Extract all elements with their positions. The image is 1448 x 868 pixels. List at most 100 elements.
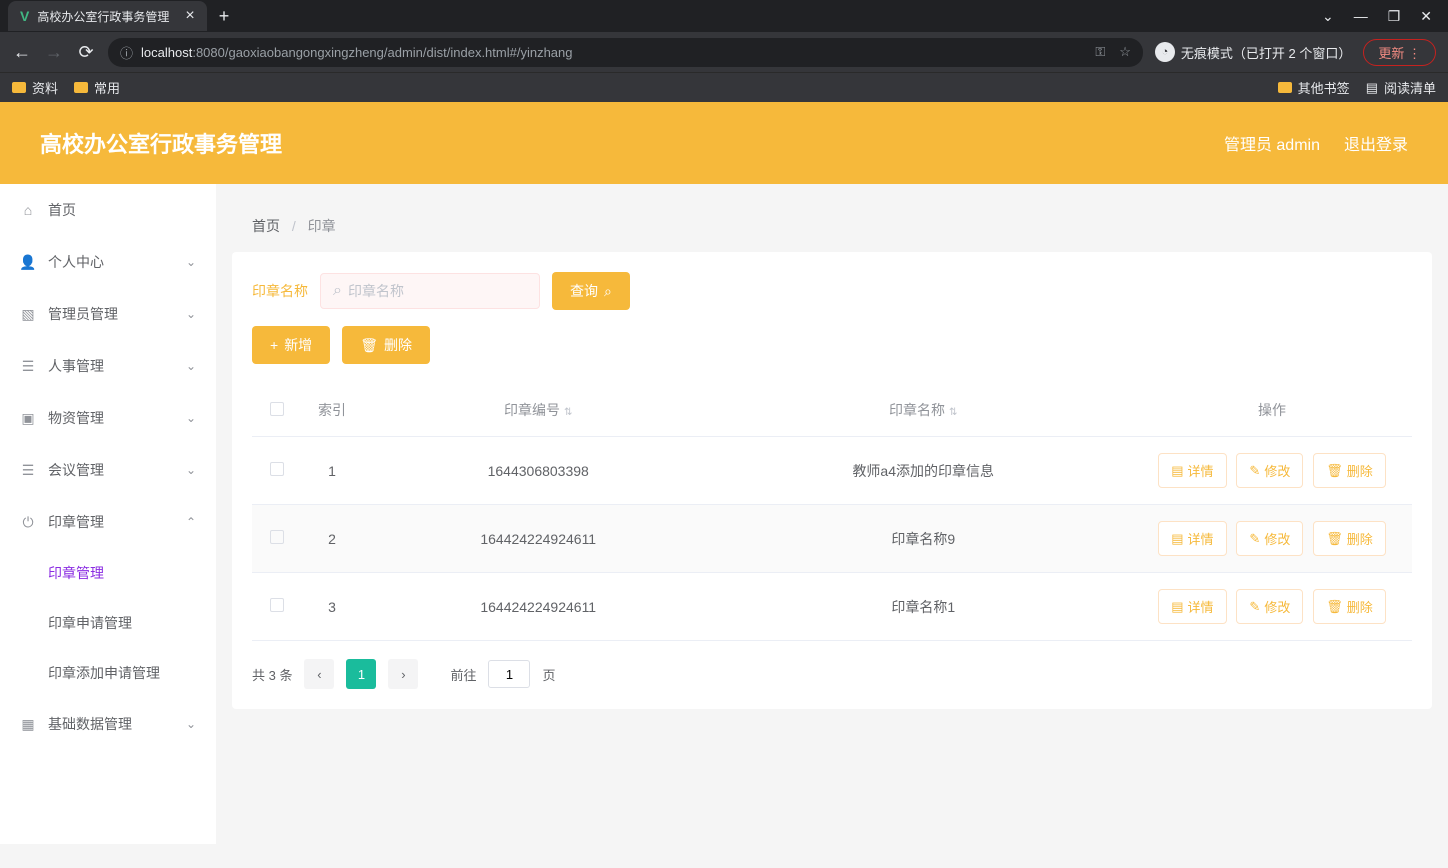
- home-icon: ⌂: [20, 202, 36, 218]
- grid-icon: ▦: [20, 716, 36, 732]
- sidebar-item-basedata[interactable]: ▦基础数据管理⌄: [0, 698, 216, 750]
- table-row: 2 164424224924611 印章名称9 ▤ 详情 ✎ 修改 🗑 删除: [252, 505, 1412, 573]
- col-code[interactable]: 印章编号⇅: [362, 384, 714, 437]
- add-button[interactable]: + 新增: [252, 326, 330, 364]
- breadcrumb-home[interactable]: 首页: [252, 218, 280, 234]
- bookmark-folder[interactable]: 资料: [12, 78, 58, 97]
- sort-icon: ⇅: [949, 407, 957, 418]
- sidebar-item-meeting[interactable]: ☰会议管理⌄: [0, 444, 216, 496]
- next-page-button[interactable]: ›: [388, 659, 418, 689]
- app-header: 高校办公室行政事务管理 管理员 admin 退出登录: [0, 102, 1448, 184]
- prev-page-button[interactable]: ‹: [304, 659, 334, 689]
- user-icon: 👤: [20, 254, 36, 270]
- col-name[interactable]: 印章名称⇅: [714, 384, 1132, 437]
- url-bar: ← → ⟳ ⓘ localhost:8080/gaoxiaobangongxin…: [0, 32, 1448, 72]
- logout-link[interactable]: 退出登录: [1344, 131, 1408, 155]
- plus-icon: +: [270, 337, 278, 353]
- sidebar-item-home[interactable]: ⌂首页: [0, 184, 216, 236]
- page-number-button[interactable]: 1: [346, 659, 376, 689]
- sidebar: ⌂首页 👤个人中心⌄ ▧管理员管理⌄ ☰人事管理⌄ ▣物资管理⌄ ☰会议管理⌄ …: [0, 184, 216, 844]
- key-icon[interactable]: ⚿: [1095, 44, 1105, 60]
- delete-button[interactable]: 🗑 删除: [342, 326, 430, 364]
- edit-button[interactable]: ✎ 修改: [1236, 589, 1303, 624]
- detail-button[interactable]: ▤ 详情: [1158, 589, 1226, 624]
- sidebar-item-admin[interactable]: ▧管理员管理⌄: [0, 288, 216, 340]
- cell-name: 印章名称1: [714, 573, 1132, 641]
- sidebar-item-personal[interactable]: 👤个人中心⌄: [0, 236, 216, 288]
- edit-button[interactable]: ✎ 修改: [1236, 453, 1303, 488]
- edit-icon: ✎: [1249, 463, 1260, 479]
- row-checkbox[interactable]: [270, 462, 284, 476]
- close-tab-icon[interactable]: ×: [185, 7, 194, 25]
- search-button[interactable]: 查询 ⌕: [552, 272, 630, 310]
- close-window-icon[interactable]: ✕: [1420, 8, 1432, 25]
- search-input[interactable]: [348, 283, 529, 299]
- row-delete-button[interactable]: 🗑 删除: [1313, 453, 1386, 488]
- search-icon: ⌕: [604, 283, 612, 300]
- minimize-icon[interactable]: —: [1354, 8, 1368, 25]
- doc-icon: ▤: [1171, 531, 1183, 547]
- star-icon[interactable]: ☆: [1119, 44, 1131, 60]
- chevron-down-icon: ⌄: [186, 411, 196, 425]
- info-icon: ⓘ: [120, 43, 133, 62]
- user-label[interactable]: 管理员 admin: [1224, 131, 1320, 155]
- cell-name: 印章名称9: [714, 505, 1132, 573]
- trash-icon: 🗑: [1326, 463, 1343, 479]
- edit-icon: ✎: [1249, 531, 1260, 547]
- list-icon: ☰: [20, 358, 36, 374]
- breadcrumb-current: 印章: [308, 218, 336, 234]
- chevron-down-icon[interactable]: ⌄: [1322, 8, 1334, 25]
- chevron-up-icon: ⌃: [186, 515, 196, 529]
- page-input[interactable]: [488, 660, 530, 688]
- incognito-badge[interactable]: ◔ 无痕模式（已打开 2 个窗口）: [1155, 42, 1351, 62]
- search-icon: ⌕: [333, 282, 342, 300]
- reading-list[interactable]: ▤阅读清单: [1366, 78, 1436, 97]
- breadcrumb: 首页 / 印章: [232, 200, 1432, 252]
- maximize-icon[interactable]: ❐: [1388, 8, 1401, 25]
- bookmark-folder[interactable]: 常用: [74, 78, 120, 97]
- incognito-text: 无痕模式（已打开 2 个窗口）: [1181, 43, 1351, 62]
- trash-icon: 🗑: [360, 337, 378, 354]
- back-button[interactable]: ←: [12, 42, 32, 63]
- folder-icon: [12, 82, 26, 93]
- detail-button[interactable]: ▤ 详情: [1158, 453, 1226, 488]
- address-bar[interactable]: ⓘ localhost:8080/gaoxiaobangongxingzheng…: [108, 38, 1143, 67]
- sidebar-subitem-seal-apply[interactable]: 印章申请管理: [0, 598, 216, 648]
- tab-title: 高校办公室行政事务管理: [37, 8, 169, 25]
- folder-icon: [1278, 82, 1292, 93]
- url-path: :8080/gaoxiaobangongxingzheng/admin/dist…: [192, 45, 572, 60]
- row-checkbox[interactable]: [270, 598, 284, 612]
- cell-index: 2: [302, 505, 362, 573]
- url-host: localhost: [141, 45, 192, 60]
- sidebar-item-materials[interactable]: ▣物资管理⌄: [0, 392, 216, 444]
- forward-button[interactable]: →: [44, 42, 64, 63]
- row-checkbox[interactable]: [270, 530, 284, 544]
- sidebar-item-hr[interactable]: ☰人事管理⌄: [0, 340, 216, 392]
- cell-code: 164424224924611: [362, 573, 714, 641]
- page-title: 高校办公室行政事务管理: [40, 127, 282, 159]
- reload-button[interactable]: ⟳: [76, 42, 96, 63]
- update-button[interactable]: 更新 ⋮: [1363, 39, 1436, 66]
- cell-index: 1: [302, 437, 362, 505]
- select-all-checkbox[interactable]: [270, 402, 284, 416]
- page-suffix: 页: [542, 665, 555, 684]
- row-delete-button[interactable]: 🗑 删除: [1313, 521, 1386, 556]
- vue-icon: V: [20, 8, 29, 24]
- sidebar-subitem-seal-add-apply[interactable]: 印章添加申请管理: [0, 648, 216, 698]
- chart-icon: ▧: [20, 306, 36, 322]
- row-delete-button[interactable]: 🗑 删除: [1313, 589, 1386, 624]
- browser-tab[interactable]: V 高校办公室行政事务管理 ×: [8, 1, 207, 31]
- detail-button[interactable]: ▤ 详情: [1158, 521, 1226, 556]
- data-table: 索引 印章编号⇅ 印章名称⇅ 操作 1 1644306803398 教师a4添加…: [252, 384, 1412, 641]
- col-index: 索引: [302, 384, 362, 437]
- chevron-down-icon: ⌄: [186, 307, 196, 321]
- other-bookmarks[interactable]: 其他书签: [1278, 78, 1350, 97]
- pagination: 共 3 条 ‹ 1 › 前往 页: [252, 659, 1412, 689]
- edit-button[interactable]: ✎ 修改: [1236, 521, 1303, 556]
- box-icon: ▣: [20, 410, 36, 426]
- sidebar-subitem-seal-mgmt[interactable]: 印章管理: [0, 548, 216, 598]
- cell-code: 164424224924611: [362, 505, 714, 573]
- new-tab-button[interactable]: +: [219, 6, 230, 27]
- cell-code: 1644306803398: [362, 437, 714, 505]
- sidebar-item-seal[interactable]: ⏻印章管理⌃: [0, 496, 216, 548]
